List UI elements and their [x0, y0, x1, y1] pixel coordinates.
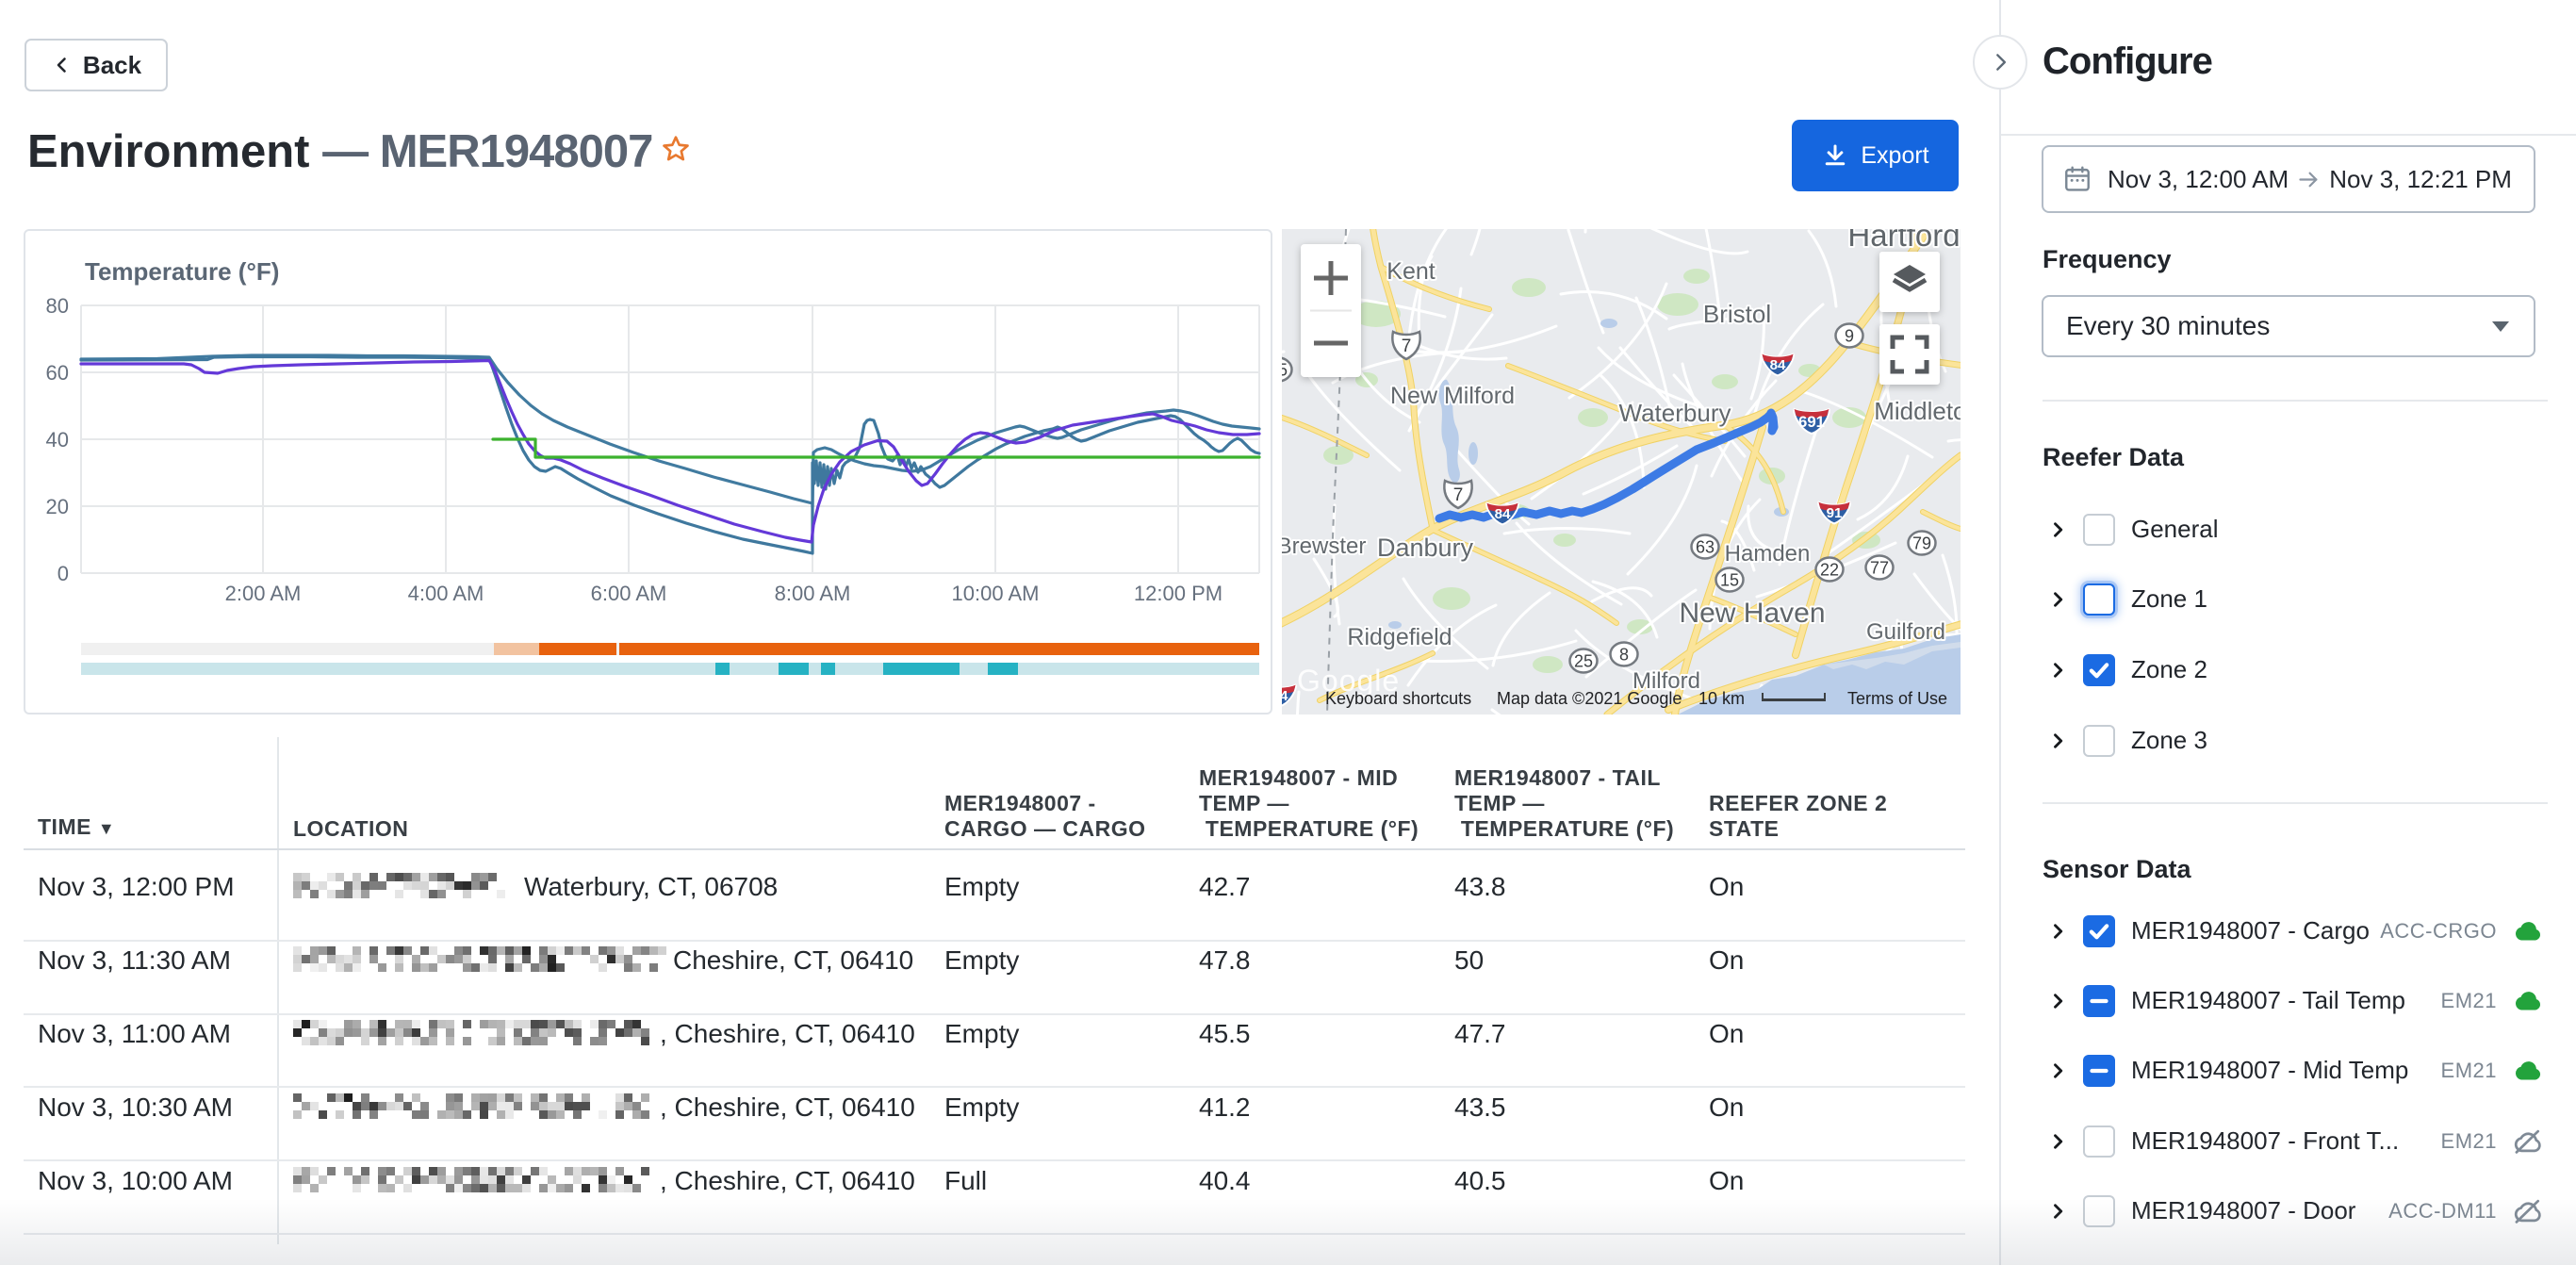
svg-text:12:00 PM: 12:00 PM — [1134, 582, 1222, 605]
svg-text:6:00 AM: 6:00 AM — [591, 582, 667, 605]
svg-text:Kent: Kent — [1386, 258, 1435, 285]
svg-text:60: 60 — [46, 361, 69, 385]
svg-text:8: 8 — [1619, 646, 1629, 665]
svg-text:10:00 AM: 10:00 AM — [952, 582, 1040, 605]
svg-text:10 km: 10 km — [1698, 689, 1745, 708]
svg-text:Ridgefield: Ridgefield — [1347, 624, 1452, 650]
svg-text:691: 691 — [1798, 413, 1825, 431]
svg-text:Waterbury: Waterbury — [1619, 399, 1731, 427]
svg-text:New Milford: New Milford — [1390, 383, 1515, 409]
svg-text:Keyboard shortcuts: Keyboard shortcuts — [1325, 689, 1471, 708]
svg-text:Bristol: Bristol — [1703, 300, 1771, 328]
svg-text:Guilford: Guilford — [1866, 619, 1945, 645]
svg-text:55: 55 — [1282, 361, 1288, 380]
svg-text:Danbury: Danbury — [1377, 534, 1474, 562]
svg-text:Temperature (°F): Temperature (°F) — [85, 257, 279, 286]
svg-text:Terms of Use: Terms of Use — [1847, 689, 1947, 708]
svg-text:7: 7 — [1402, 337, 1412, 356]
svg-text:22: 22 — [1820, 561, 1839, 580]
svg-text:New Haven: New Haven — [1679, 598, 1825, 629]
svg-text:Hamden: Hamden — [1725, 541, 1811, 567]
svg-text:84: 84 — [1770, 357, 1786, 373]
svg-text:8:00 AM: 8:00 AM — [775, 582, 851, 605]
svg-text:Middletown: Middletown — [1874, 397, 1961, 425]
svg-text:Map data ©2021 Google: Map data ©2021 Google — [1497, 689, 1682, 708]
svg-text:2:00 AM: 2:00 AM — [225, 582, 302, 605]
svg-text:91: 91 — [1827, 505, 1843, 521]
svg-text:77: 77 — [1870, 559, 1889, 578]
svg-text:80: 80 — [46, 294, 69, 318]
svg-text:0: 0 — [57, 562, 69, 585]
svg-text:84: 84 — [1495, 506, 1511, 522]
svg-text:Hartford: Hartford — [1847, 229, 1960, 253]
svg-text:Brewster: Brewster — [1282, 534, 1366, 559]
svg-text:7: 7 — [1453, 485, 1464, 505]
svg-text:40: 40 — [46, 428, 69, 452]
svg-text:63: 63 — [1696, 538, 1715, 557]
svg-text:79: 79 — [1912, 534, 1931, 553]
svg-text:25: 25 — [1574, 652, 1593, 671]
svg-text:4:00 AM: 4:00 AM — [408, 582, 484, 605]
svg-text:15: 15 — [1720, 571, 1739, 590]
svg-text:9: 9 — [1845, 327, 1854, 346]
svg-text:84: 84 — [1282, 688, 1288, 704]
svg-text:20: 20 — [46, 495, 69, 518]
